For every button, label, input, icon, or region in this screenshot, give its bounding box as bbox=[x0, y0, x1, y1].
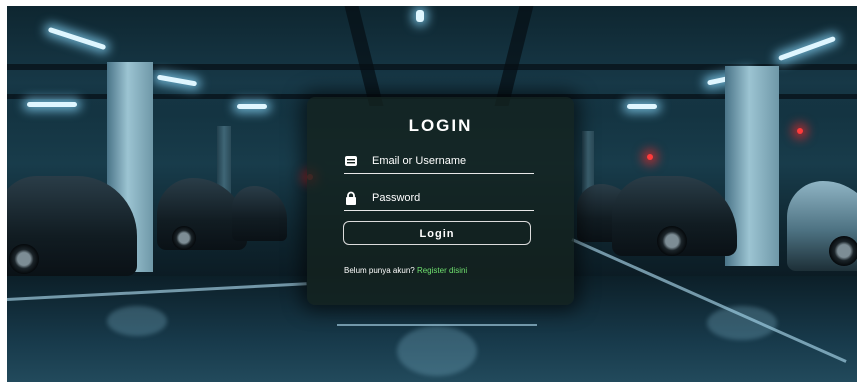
red-light bbox=[647, 154, 653, 160]
car-wheel bbox=[829, 236, 857, 266]
email-field[interactable] bbox=[344, 151, 534, 174]
login-card: LOGIN Login Belum punya akun? Register d… bbox=[307, 97, 574, 305]
login-title: LOGIN bbox=[408, 116, 473, 135]
ceiling-light bbox=[27, 102, 77, 107]
register-text: Belum punya akun? bbox=[344, 266, 415, 275]
ceiling-light bbox=[416, 10, 424, 22]
floor-reflection bbox=[707, 306, 777, 340]
register-link[interactable]: Register disini bbox=[417, 266, 467, 275]
red-light bbox=[797, 128, 803, 134]
email-input[interactable] bbox=[372, 152, 532, 170]
car-wheel bbox=[172, 226, 196, 250]
ceiling-light bbox=[237, 104, 267, 109]
parked-car bbox=[232, 186, 287, 241]
login-button[interactable]: Login bbox=[343, 221, 531, 245]
lock-icon bbox=[346, 191, 356, 205]
password-field[interactable] bbox=[344, 188, 534, 211]
car-wheel bbox=[9, 244, 39, 274]
car-wheel bbox=[657, 226, 687, 256]
floor-reflection bbox=[107, 306, 167, 336]
floor-reflection bbox=[397, 326, 477, 376]
register-prompt: Belum punya akun? Register disini bbox=[344, 266, 467, 275]
envelope-icon bbox=[345, 156, 357, 166]
ceiling-light bbox=[627, 104, 657, 109]
password-input[interactable] bbox=[372, 189, 532, 207]
